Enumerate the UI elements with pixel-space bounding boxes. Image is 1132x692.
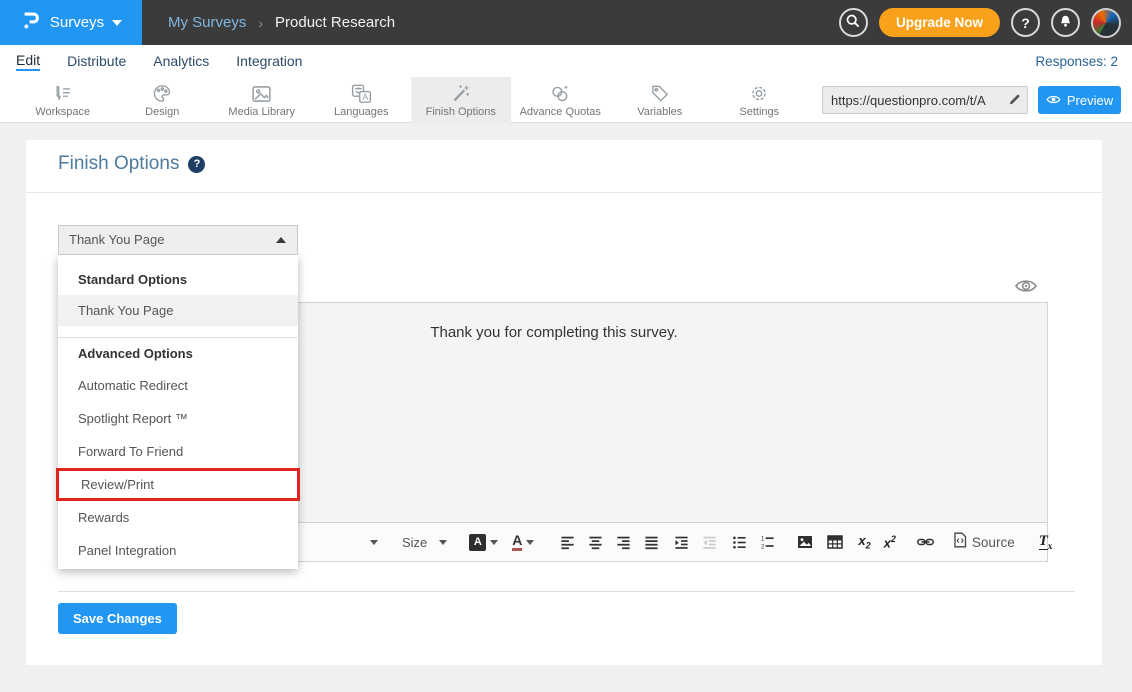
background-color-button[interactable]: A bbox=[469, 534, 498, 551]
question-mark-icon: ? bbox=[1021, 15, 1030, 31]
subscript-button[interactable]: x2 bbox=[858, 533, 870, 551]
justify-button[interactable] bbox=[644, 535, 659, 550]
title-divider bbox=[26, 192, 1102, 193]
breadcrumb: My Surveys › Product Research bbox=[168, 14, 395, 31]
ribbon-item-settings[interactable]: Settings bbox=[710, 77, 810, 123]
menu-group-advanced-options: Advanced Options bbox=[58, 339, 298, 369]
chevron-up-icon bbox=[276, 237, 286, 243]
edit-url-pencil-icon[interactable] bbox=[1008, 93, 1021, 111]
thank-you-preview-eye-icon[interactable] bbox=[1014, 278, 1038, 299]
breadcrumb-my-surveys[interactable]: My Surveys bbox=[168, 14, 246, 31]
chevron-down-icon bbox=[112, 20, 122, 26]
numbered-list-button[interactable]: 12 bbox=[760, 535, 775, 550]
avatar[interactable] bbox=[1091, 8, 1121, 38]
superscript-button[interactable]: x2 bbox=[884, 534, 896, 550]
background-color-chip: A bbox=[469, 534, 486, 551]
upgrade-now-button[interactable]: Upgrade Now bbox=[879, 8, 1000, 37]
responses-count[interactable]: Responses: 2 bbox=[1035, 54, 1118, 69]
remove-format-button[interactable]: Tx bbox=[1039, 533, 1053, 551]
breadcrumb-separator: › bbox=[258, 15, 263, 31]
chevron-down-icon bbox=[439, 540, 447, 545]
chevron-down-icon bbox=[490, 540, 498, 545]
menu-group-standard-options: Standard Options bbox=[58, 265, 298, 295]
ribbon-item-variables[interactable]: Variables bbox=[610, 77, 710, 123]
align-center-button[interactable] bbox=[588, 535, 603, 550]
preview-button[interactable]: Preview bbox=[1038, 86, 1121, 114]
breadcrumb-current-survey: Product Research bbox=[275, 14, 395, 31]
advance-quotas-rings-icon bbox=[550, 82, 570, 103]
ribbon-item-design[interactable]: Design bbox=[113, 77, 213, 123]
surveys-product-menu[interactable]: Surveys bbox=[0, 0, 142, 45]
help-button[interactable]: ? bbox=[1011, 8, 1040, 37]
questionpro-logo bbox=[20, 10, 42, 36]
notifications-button[interactable] bbox=[1051, 8, 1080, 37]
menu-item-spotlight-report[interactable]: Spotlight Report ™ bbox=[58, 402, 298, 435]
chevron-down-icon bbox=[526, 540, 534, 545]
menu-item-automatic-redirect[interactable]: Automatic Redirect bbox=[58, 369, 298, 402]
align-right-button[interactable] bbox=[616, 535, 631, 550]
section-divider bbox=[58, 591, 1075, 592]
survey-nav: Edit Distribute Analytics Integration Re… bbox=[0, 45, 1132, 77]
variables-tag-icon bbox=[650, 82, 670, 103]
increase-indent-button[interactable] bbox=[674, 535, 689, 550]
top-bar: Surveys My Surveys › Product Research Up… bbox=[0, 0, 1132, 45]
settings-gear-icon bbox=[749, 82, 769, 103]
edit-ribbon: Workspace Design Media Library A Languag… bbox=[0, 77, 1132, 123]
menu-item-rewards[interactable]: Rewards bbox=[58, 501, 298, 534]
eye-icon bbox=[1046, 93, 1061, 108]
source-button[interactable]: Source bbox=[953, 532, 1015, 553]
survey-url-field-wrap bbox=[822, 86, 1028, 114]
ribbon-item-finish-options[interactable]: Finish Options bbox=[411, 77, 511, 123]
ribbon-item-workspace[interactable]: Workspace bbox=[13, 77, 113, 123]
format-dropdown-caret[interactable] bbox=[370, 540, 378, 545]
insert-link-button[interactable] bbox=[917, 537, 934, 547]
svg-text:2: 2 bbox=[761, 543, 765, 549]
finish-type-menu: Standard Options Thank You Page Advanced… bbox=[58, 255, 298, 569]
menu-item-panel-integration[interactable]: Panel Integration bbox=[58, 534, 298, 567]
page-title: Finish Options bbox=[58, 153, 179, 175]
insert-table-button[interactable] bbox=[827, 535, 843, 549]
menu-divider bbox=[58, 337, 298, 338]
ribbon-item-languages[interactable]: A Languages bbox=[312, 77, 412, 123]
text-color-glyph: A bbox=[512, 533, 522, 551]
workspace-icon bbox=[53, 82, 73, 103]
source-code-icon bbox=[953, 532, 967, 553]
menu-item-thank-you-page[interactable]: Thank You Page bbox=[58, 295, 298, 326]
languages-translate-icon: A bbox=[351, 82, 372, 103]
tab-distribute[interactable]: Distribute bbox=[67, 53, 126, 70]
tab-integration[interactable]: Integration bbox=[236, 53, 302, 70]
media-library-icon bbox=[251, 82, 272, 103]
menu-item-review-print[interactable]: Review/Print bbox=[56, 468, 300, 501]
ribbon-item-advance-quotas[interactable]: Advance Quotas bbox=[511, 77, 611, 123]
finish-options-wand-icon bbox=[451, 82, 471, 103]
svg-text:A: A bbox=[362, 92, 368, 102]
survey-url-input[interactable] bbox=[822, 86, 1028, 114]
bulleted-list-button[interactable] bbox=[732, 535, 747, 550]
text-color-button[interactable]: A bbox=[512, 533, 534, 551]
ribbon-item-media-library[interactable]: Media Library bbox=[212, 77, 312, 123]
tab-analytics[interactable]: Analytics bbox=[153, 53, 209, 70]
tab-edit[interactable]: Edit bbox=[16, 52, 40, 71]
bell-icon bbox=[1058, 14, 1073, 32]
svg-text:1: 1 bbox=[761, 535, 765, 542]
product-name: Surveys bbox=[50, 14, 104, 31]
font-size-dropdown[interactable]: Size bbox=[402, 535, 447, 550]
design-palette-icon bbox=[152, 82, 172, 103]
menu-item-forward-to-friend[interactable]: Forward To Friend bbox=[58, 435, 298, 468]
decrease-indent-button[interactable] bbox=[702, 535, 717, 550]
finish-type-select[interactable]: Thank You Page bbox=[58, 225, 298, 255]
search-icon bbox=[845, 13, 861, 32]
search-button[interactable] bbox=[839, 8, 868, 37]
align-left-button[interactable] bbox=[560, 535, 575, 550]
insert-image-button[interactable] bbox=[797, 535, 813, 549]
save-changes-button[interactable]: Save Changes bbox=[58, 603, 177, 634]
page-help-button[interactable]: ? bbox=[188, 156, 205, 173]
topbar-actions: Upgrade Now ? bbox=[839, 8, 1132, 38]
